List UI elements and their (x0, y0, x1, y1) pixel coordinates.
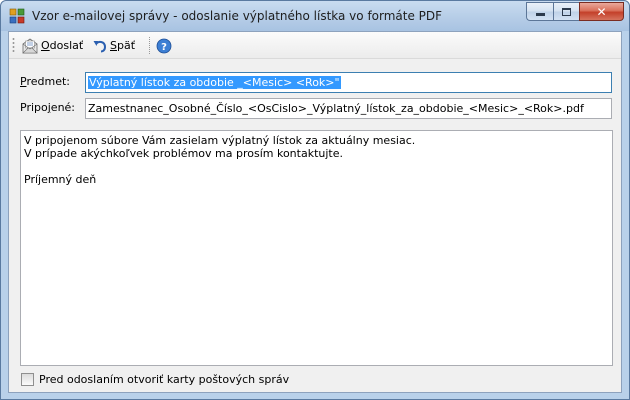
open-mail-label: Pred odoslaním otvoriť karty poštových s… (39, 373, 290, 386)
window-title: Vzor e-mailovej správy - odoslanie výpla… (32, 9, 443, 23)
maximize-icon (562, 7, 571, 16)
app-icon (9, 8, 25, 24)
help-icon: ? (156, 38, 172, 53)
help-button[interactable]: ? (154, 35, 177, 56)
back-button[interactable]: Späť (91, 35, 137, 56)
toolbar-separator (149, 37, 150, 54)
dialog-window: Vzor e-mailovej správy - odoslanie výpla… (0, 0, 630, 400)
send-label: doslať (49, 39, 84, 52)
open-mail-option[interactable]: Pred odoslaním otvoriť karty poštových s… (21, 372, 289, 387)
send-mnemonic: O (41, 39, 50, 52)
close-button[interactable]: ✕ (579, 2, 624, 21)
back-label: päť (116, 39, 136, 52)
subject-label: Predmet: (20, 75, 70, 88)
subject-value: Výplatný lístok za obdobie _<Mesic> <Rok… (88, 76, 341, 89)
attachment-label: Pripojené: (20, 101, 75, 114)
minimize-icon (535, 12, 545, 16)
title-bar[interactable]: Vzor e-mailovej správy - odoslanie výpla… (1, 1, 629, 31)
client-area: Odoslať Späť ? Predmet: Výplatný lístok … (8, 31, 622, 393)
attachment-label-b: ené: (50, 101, 76, 114)
close-icon: ✕ (596, 4, 607, 19)
subject-input[interactable]: Výplatný lístok za obdobie _<Mesic> <Rok… (85, 72, 612, 93)
minimize-button[interactable] (526, 2, 553, 21)
subject-label-text: redmet: (26, 75, 70, 88)
svg-text:?: ? (161, 42, 167, 53)
back-mnemonic: S (110, 39, 117, 52)
caption-buttons: ✕ (526, 2, 624, 21)
message-body-textarea[interactable]: V pripojenom súbore Vám zasielam výplatn… (20, 130, 613, 366)
undo-arrow-icon (93, 40, 107, 52)
toolbar: Odoslať Späť ? (9, 32, 621, 59)
toolbar-grip[interactable] (12, 37, 15, 54)
open-mail-checkbox[interactable] (21, 373, 34, 386)
attachment-value: Zamestnanec_Osobné_Číslo_<OsCislo>_Výpla… (88, 102, 584, 115)
send-button[interactable]: Odoslať (20, 35, 85, 56)
send-mail-icon (22, 38, 38, 53)
maximize-button[interactable] (553, 2, 579, 21)
attachment-input[interactable]: Zamestnanec_Osobné_Číslo_<OsCislo>_Výpla… (85, 98, 612, 119)
attachment-label-a: Pripo (20, 101, 48, 114)
